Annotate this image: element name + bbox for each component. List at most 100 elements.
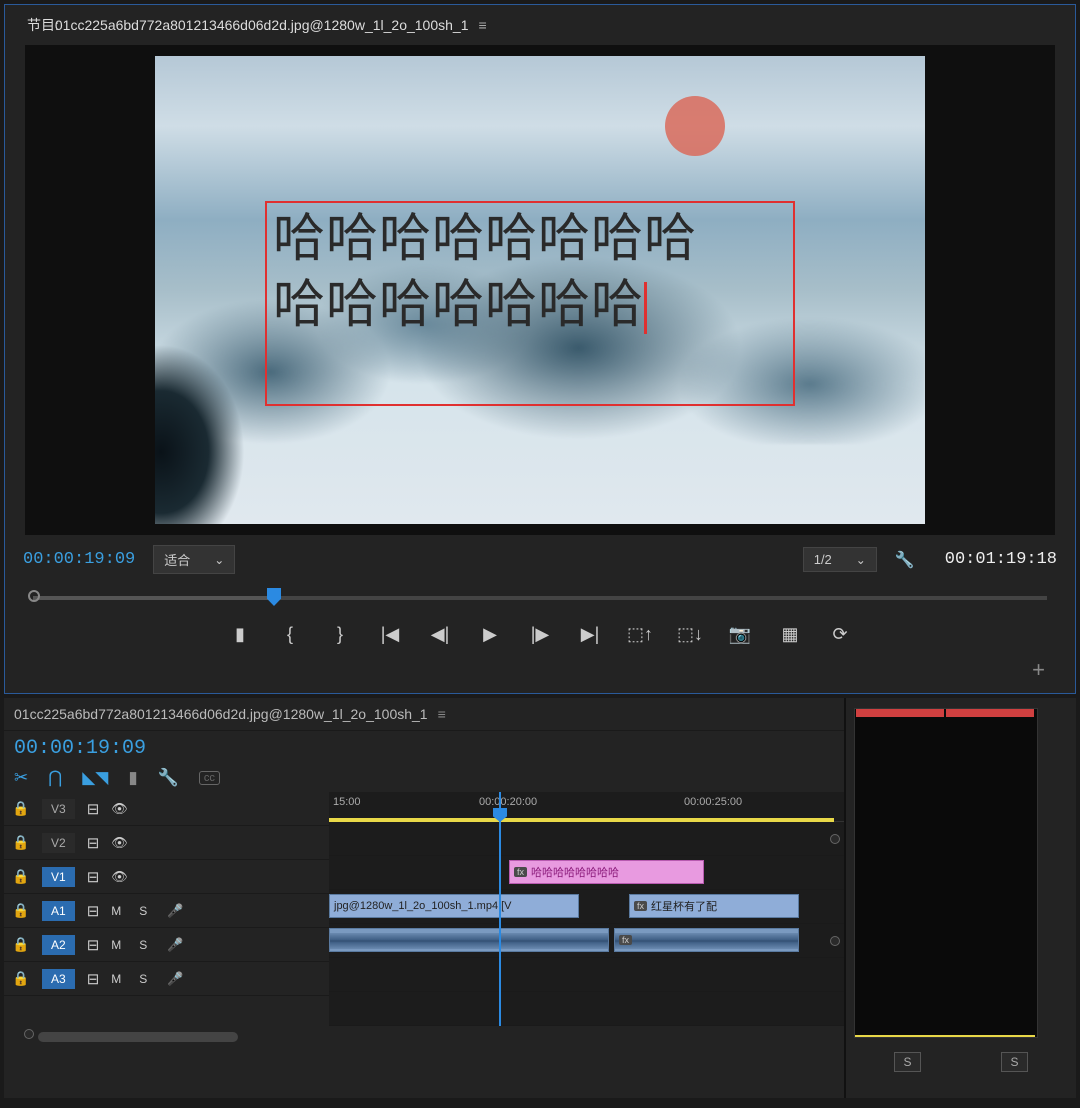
scroll-dot[interactable]	[24, 1029, 34, 1039]
clip-track-v1: jpg@1280w_1l_2o_100sh_1.mp4 [V 交叉 fx 红星杯…	[329, 890, 844, 924]
transition-clip[interactable]: 交叉	[578, 895, 579, 918]
resolution-select[interactable]: 1/2	[803, 547, 877, 572]
lock-icon[interactable]: 🔒	[12, 800, 30, 817]
audio-meter[interactable]	[854, 708, 1038, 1038]
text-clip[interactable]: fx 哈哈哈哈哈哈哈哈	[509, 860, 704, 884]
clip-track-v3	[329, 822, 844, 856]
marker-tool-icon[interactable]: ▮	[128, 768, 137, 788]
video-frame: 哈哈哈哈哈哈哈哈 哈哈哈哈哈哈哈	[155, 56, 925, 524]
eye-icon[interactable]: 👁	[111, 801, 128, 817]
track-label-a1[interactable]: A1	[42, 901, 75, 921]
solo-row: S S	[854, 1038, 1068, 1072]
audio-clip-1[interactable]	[329, 928, 609, 952]
sync-lock-icon[interactable]: ⊟	[87, 834, 100, 852]
time-ruler[interactable]: 15:00 00:00:20:00 00:00:25:00	[329, 792, 844, 822]
linked-selection-icon[interactable]: ◣◥	[82, 768, 108, 788]
scroll-dot[interactable]	[830, 834, 840, 844]
eye-icon[interactable]: 👁	[111, 835, 128, 851]
fx-badge: fx	[619, 935, 632, 945]
solo-button-l[interactable]: S	[894, 1052, 920, 1072]
voiceover-icon[interactable]: 🎤	[167, 971, 183, 987]
track-label-a2[interactable]: A2	[42, 935, 75, 955]
program-monitor-panel: 节目: 01cc225a6bd772a801213466d06d2d.jpg@1…	[4, 4, 1076, 694]
sequence-name[interactable]: 01cc225a6bd772a801213466d06d2d.jpg@1280w…	[14, 706, 428, 722]
add-button-icon[interactable]: +	[1032, 657, 1045, 683]
lock-icon[interactable]: 🔒	[12, 868, 30, 885]
timecode-current[interactable]: 00:00:19:09	[23, 550, 135, 569]
track-label-v3[interactable]: V3	[42, 799, 75, 819]
scrub-playhead[interactable]	[267, 588, 281, 606]
captions-icon[interactable]: cc	[199, 771, 220, 785]
lock-icon[interactable]: 🔒	[12, 970, 30, 987]
solo-button[interactable]: S	[139, 972, 155, 986]
scroll-dot[interactable]	[830, 936, 840, 946]
play-icon[interactable]: ▶	[478, 624, 502, 645]
lock-icon[interactable]: 🔒	[12, 936, 30, 953]
solo-button-r[interactable]: S	[1001, 1052, 1027, 1072]
transport-buttons: ▮ { } |◀ ◀| ▶ |▶ ▶| ⬚↑ ⬚↓ 📷 ▦ ⟳	[5, 616, 1075, 657]
meter-base	[855, 1035, 1035, 1037]
step-forward-icon[interactable]: |▶	[528, 624, 552, 645]
scrub-bar[interactable]	[33, 588, 1047, 608]
settings-wrench-icon[interactable]: 🔧	[895, 550, 915, 570]
ruler-tick: 00:00:20:00	[479, 796, 537, 808]
video-clip-1[interactable]: jpg@1280w_1l_2o_100sh_1.mp4 [V 交叉	[329, 894, 579, 918]
sync-lock-icon[interactable]: ⊟	[87, 936, 100, 954]
panel-menu-icon[interactable]	[479, 17, 487, 33]
scrub-fill	[33, 596, 273, 600]
timeline-menu-icon[interactable]	[428, 706, 446, 722]
mute-button[interactable]: M	[111, 938, 127, 952]
in-point-icon[interactable]: {	[278, 624, 302, 645]
overlay-text-line1[interactable]: 哈哈哈哈哈哈哈哈	[273, 207, 787, 273]
step-back-icon[interactable]: ◀|	[428, 624, 452, 645]
ruler-tick: 15:00	[333, 796, 361, 808]
nest-icon[interactable]: ✂	[14, 768, 28, 788]
clip-track-v2: fx 哈哈哈哈哈哈哈哈	[329, 856, 844, 890]
sync-lock-icon[interactable]: ⊟	[87, 800, 100, 818]
audio-clip-2[interactable]: fx	[614, 928, 799, 952]
lock-icon[interactable]: 🔒	[12, 902, 30, 919]
eye-icon[interactable]: 👁	[111, 869, 128, 885]
lock-icon[interactable]: 🔒	[12, 834, 30, 851]
solo-button[interactable]: S	[139, 938, 155, 952]
track-v2: 🔒 V2 ⊟ 👁	[4, 826, 329, 860]
timeline-panel: 01cc225a6bd772a801213466d06d2d.jpg@1280w…	[4, 698, 846, 1098]
text-overlay-box[interactable]: 哈哈哈哈哈哈哈哈 哈哈哈哈哈哈哈	[265, 201, 795, 406]
snap-icon[interactable]: ⋂	[48, 768, 62, 788]
timecode-duration: 00:01:19:18	[945, 550, 1057, 569]
timeline-clips-area[interactable]: 15:00 00:00:20:00 00:00:25:00 fx 哈哈哈哈哈哈哈…	[329, 792, 844, 1026]
go-to-out-icon[interactable]: ▶|	[578, 624, 602, 645]
track-label-a3[interactable]: A3	[42, 969, 75, 989]
voiceover-icon[interactable]: 🎤	[167, 903, 183, 919]
track-label-v2[interactable]: V2	[42, 833, 75, 853]
h-scrollbar[interactable]	[38, 1032, 238, 1042]
extract-icon[interactable]: ⬚↓	[678, 624, 702, 645]
track-v3: 🔒 V3 ⊟ 👁	[4, 792, 329, 826]
mute-button[interactable]: M	[111, 972, 127, 986]
timeline-timecode[interactable]: 00:00:19:09	[4, 731, 844, 764]
panel-title: 01cc225a6bd772a801213466d06d2d.jpg@1280w…	[55, 17, 469, 33]
voiceover-icon[interactable]: 🎤	[167, 937, 183, 953]
go-to-in-icon[interactable]: |◀	[378, 624, 402, 645]
track-label-v1[interactable]: V1	[42, 867, 75, 887]
comparison-icon[interactable]: ▦	[778, 624, 802, 645]
sync-lock-icon[interactable]: ⊟	[87, 868, 100, 886]
sync-lock-icon[interactable]: ⊟	[87, 970, 100, 988]
playhead[interactable]	[499, 792, 501, 1026]
out-point-icon[interactable]: }	[328, 624, 352, 645]
ink-graphic	[155, 344, 245, 524]
export-frame-icon[interactable]: 📷	[728, 624, 752, 645]
program-panel-header: 节目: 01cc225a6bd772a801213466d06d2d.jpg@1…	[5, 5, 1075, 45]
video-preview[interactable]: 哈哈哈哈哈哈哈哈 哈哈哈哈哈哈哈	[25, 45, 1055, 535]
video-clip-2[interactable]: fx 红星杯有了配	[629, 894, 799, 918]
lift-icon[interactable]: ⬚↑	[628, 624, 652, 645]
zoom-fit-select[interactable]: 适合	[153, 545, 235, 574]
marker-icon[interactable]: ▮	[228, 624, 252, 645]
solo-button[interactable]: S	[139, 904, 155, 918]
mute-button[interactable]: M	[111, 904, 127, 918]
loop-icon[interactable]: ⟳	[828, 624, 852, 645]
scrub-start-circle[interactable]	[28, 590, 40, 602]
sync-lock-icon[interactable]: ⊟	[87, 902, 100, 920]
overlay-text-line2[interactable]: 哈哈哈哈哈哈哈	[273, 273, 787, 339]
settings-icon[interactable]: 🔧	[158, 768, 179, 788]
